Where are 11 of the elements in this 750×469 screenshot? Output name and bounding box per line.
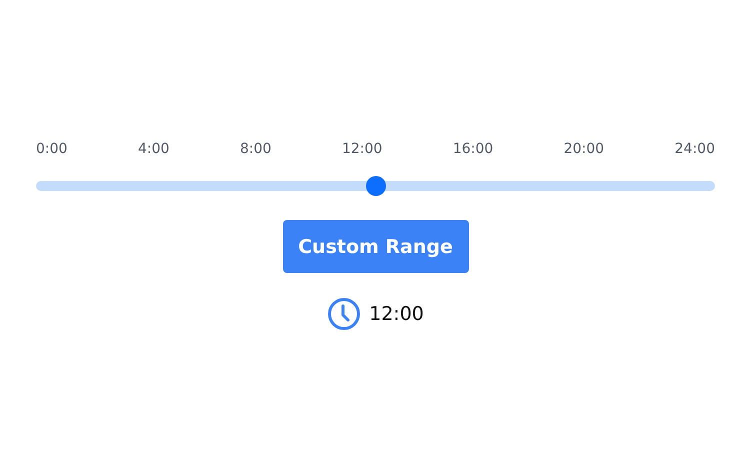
clock-icon — [327, 297, 362, 331]
custom-range-button[interactable]: Custom Range — [282, 220, 468, 273]
time-tick-label: 8:00 — [240, 141, 272, 157]
time-tick-label: 0:00 — [36, 141, 68, 157]
time-tick-label: 16:00 — [452, 141, 494, 157]
time-tick-label: 24:00 — [674, 141, 715, 157]
slider-thumb[interactable] — [366, 176, 386, 196]
time-tick-label: 20:00 — [564, 141, 604, 157]
time-tick-label: 12:00 — [342, 141, 382, 157]
selected-time: 12:00 — [369, 303, 424, 325]
time-tick-label: 4:00 — [138, 141, 170, 157]
